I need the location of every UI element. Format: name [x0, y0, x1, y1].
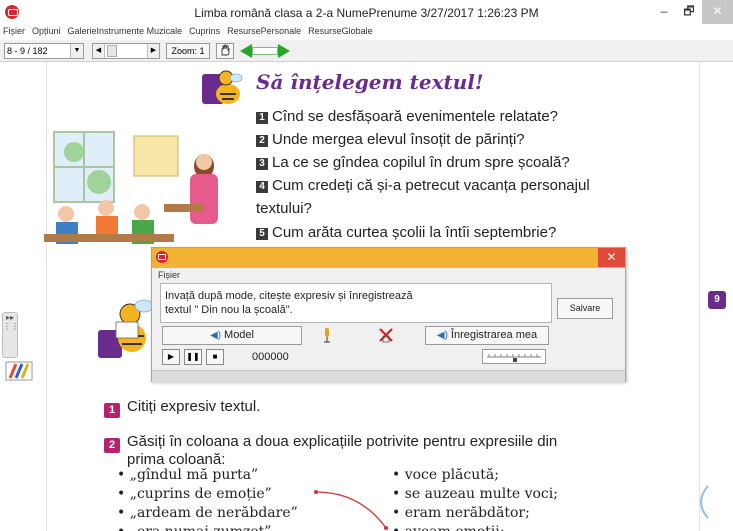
speaker-icon: ◀)	[436, 330, 448, 341]
dialog-close-button[interactable]: ✕	[598, 248, 625, 267]
task-1-text: Citiți expresiv textul.	[127, 398, 261, 415]
page-select[interactable]: 8 - 9 / 182 ▼	[4, 43, 84, 59]
minimize-button[interactable]: –	[650, 0, 678, 24]
explanations-list: • voce plăcută; • se auzeau multe voci; …	[392, 466, 558, 531]
question-3: 3 La ce se gîndea copilul în drum spre șc…	[256, 154, 570, 171]
window-title: Limba română clasa a 2-a NumePrenume 3/2…	[194, 6, 539, 20]
question-2: 2 Unde mergea elevul însoțit de părinți?	[256, 131, 525, 148]
task-number-icon: 1	[104, 403, 120, 418]
question-text: La ce se gîndea copilul în drum spre șco…	[272, 154, 570, 171]
expressions-list: • „gîndul mă purta” • „cuprins de emoție…	[117, 466, 298, 531]
menu-bar: Fișier Opțiuni GalerieInstrumente Muzicale…	[0, 26, 733, 40]
toolbar: 8 - 9 / 182 ▼ ◀ ▶ Zoom: 1	[0, 40, 733, 62]
my-recording-button[interactable]: ◀) Înregistrarea mea	[425, 326, 549, 345]
close-button[interactable]: ✕	[702, 0, 733, 24]
dialog-status-bar	[152, 370, 625, 382]
list-item: • „era numai zumzet”	[117, 523, 298, 531]
question-5: 5 Cum arăta curtea școlii la întîi septem…	[256, 224, 556, 241]
question-text: Cum credeți că și-a petrecut vacanța per…	[272, 177, 590, 194]
delete-recording-icon[interactable]	[378, 327, 394, 343]
instruction-line-1: Invață după mode, citește expresiv și în…	[165, 290, 413, 302]
menu-item-fisier[interactable]: Fișier	[3, 26, 25, 36]
scroll-thumb[interactable]	[107, 45, 117, 57]
volume-slider[interactable]	[482, 349, 546, 364]
matching-line	[314, 490, 388, 530]
question-4-continued: textului?	[256, 200, 312, 217]
dialog-action-row: ◀) Model ◀) Înregistrarea mea	[160, 326, 552, 346]
pencils-icon[interactable]	[4, 358, 34, 384]
list-item: • voce plăcută;	[392, 467, 499, 483]
task-2-line-1: Găsiți în coloana a doua explicațiile po…	[127, 433, 558, 450]
task-number-icon: 2	[104, 438, 120, 453]
dialog-app-icon	[156, 251, 168, 263]
time-counter: 000000	[252, 351, 289, 363]
task-2: 2 Găsiți în coloana a doua explicațiile p…	[104, 433, 557, 453]
question-1: 1 Cînd se desfășoară evenimentele relatat…	[256, 108, 558, 125]
reading-bee-icon	[98, 299, 154, 358]
resource-badge-icon[interactable]: 9	[708, 291, 726, 309]
list-item: • eram nerăbdător;	[392, 505, 530, 521]
scroll-left-icon[interactable]: ◀	[93, 44, 105, 58]
question-number: 4	[256, 181, 268, 193]
page-heading: Să înțelegem textul!	[256, 70, 484, 94]
bee-icon	[202, 70, 243, 104]
menu-item-optiuni[interactable]: Opțiuni	[32, 26, 61, 36]
save-button[interactable]: Salvare	[557, 298, 613, 319]
chevron-down-icon: ▼	[70, 44, 83, 58]
question-number: 2	[256, 135, 268, 147]
page-nav-bar	[252, 47, 278, 55]
dialog-menu-fisier[interactable]: Fișier	[158, 270, 180, 280]
pause-button[interactable]: ❚❚	[184, 349, 202, 365]
menu-item-galerie[interactable]: GalerieInstrumente Muzicale	[68, 26, 183, 36]
title-bar: Limba română clasa a 2-a NumePrenume 3/2…	[0, 0, 733, 26]
hand-tool-button[interactable]	[216, 43, 234, 59]
model-button-label: Model	[224, 329, 254, 341]
hand-icon	[221, 44, 230, 56]
list-item: • „ardeam de nerăbdare”	[117, 505, 298, 521]
stop-button[interactable]: ■	[206, 349, 224, 365]
menu-item-resurse-globale[interactable]: ResurseGlobale	[308, 26, 373, 36]
question-text: Cum arăta curtea școlii la întîi septemb…	[272, 224, 557, 241]
question-4: 4 Cum credeți că și-a petrecut vacanța pe…	[256, 177, 590, 194]
speaker-icon: ◀)	[210, 330, 222, 341]
side-panel-handle[interactable]: ▸▸ ⋮⋮	[2, 312, 19, 358]
my-recording-label: Înregistrarea mea	[450, 329, 538, 341]
recording-dialog: ✕ Fișier Invață după mode, citește expre…	[151, 247, 626, 382]
question-text: Unde mergea elevul însoțit de părinți?	[272, 131, 525, 148]
classroom-illustration	[44, 131, 218, 244]
task-1: 1 Citiți expresiv textul.	[104, 398, 260, 418]
next-page-icon[interactable]	[278, 44, 290, 58]
playback-controls: ▶ ❚❚ ■ 000000	[160, 349, 552, 366]
list-item: • „cuprins de emoție”	[117, 486, 272, 502]
volume-ticks	[487, 354, 541, 362]
instruction-line-2: textul " Din nou la școală".	[165, 304, 293, 316]
play-button[interactable]: ▶	[162, 349, 180, 365]
left-margin: ▸▸ ⋮⋮	[0, 62, 46, 531]
question-number: 1	[256, 112, 268, 124]
previous-page-icon[interactable]	[240, 44, 252, 58]
maximize-button[interactable]: 🗗	[675, 0, 703, 24]
page-select-value: 8 - 9 / 182	[7, 46, 48, 56]
instruction-text-area[interactable]: Invață după mode, citește expresiv și în…	[160, 283, 552, 323]
question-text: Cînd se desfășoară evenimentele relatate…	[272, 108, 559, 125]
list-item: • se auzeau multe voci;	[392, 486, 558, 502]
microphone-icon[interactable]	[322, 327, 332, 343]
list-item: • „gîndul mă purta”	[117, 467, 259, 483]
question-number: 5	[256, 228, 268, 240]
scroll-right-icon[interactable]: ▶	[147, 44, 159, 58]
dialog-title-bar[interactable]: ✕	[152, 248, 625, 268]
model-button[interactable]: ◀) Model	[162, 326, 302, 345]
zoom-button[interactable]: Zoom: 1	[166, 43, 210, 59]
menu-item-cuprins[interactable]: Cuprins	[189, 26, 220, 36]
list-item: • aveam emoții;	[392, 523, 558, 531]
page-scrollbar[interactable]: ◀ ▶	[92, 43, 160, 59]
menu-item-resurse-personale[interactable]: ResursePersonale	[227, 26, 301, 36]
question-number: 3	[256, 158, 268, 170]
